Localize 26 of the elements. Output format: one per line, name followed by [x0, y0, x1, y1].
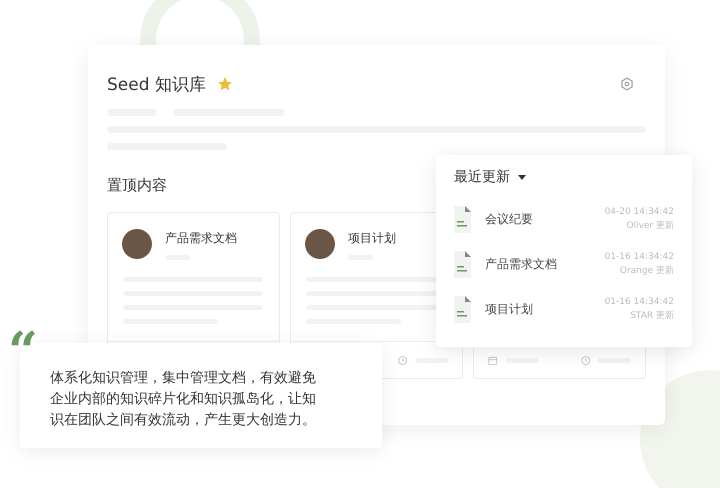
- page-title: Seed 知识库: [107, 74, 206, 96]
- update-time: 01-16 14:34:42: [604, 297, 674, 307]
- settings-icon[interactable]: [620, 77, 634, 91]
- dropdown-label[interactable]: 最近更新: [454, 168, 510, 186]
- card-title: 产品需求文档: [165, 230, 237, 247]
- document-icon: [454, 251, 471, 278]
- section-heading: 置顶内容: [107, 176, 167, 195]
- calendar-icon: [488, 354, 498, 366]
- quote-mark: “: [8, 326, 38, 378]
- updater-name: Orange 更新: [620, 264, 674, 277]
- document-name[interactable]: 项目计划: [485, 301, 533, 318]
- avatar-placeholder: [305, 229, 335, 259]
- update-time: 04-20 14:34:42: [604, 207, 674, 217]
- document-name[interactable]: 会议纪要: [485, 211, 533, 228]
- update-time: 01-16 14:34:42: [604, 252, 674, 262]
- document-icon: [454, 296, 471, 323]
- document-icon: [454, 206, 471, 233]
- clock-icon: [398, 354, 408, 366]
- caret-icon[interactable]: [518, 174, 526, 180]
- clock-icon: [580, 354, 590, 366]
- card-title: 项目计划: [348, 230, 396, 247]
- updater-name: Oliver 更新: [626, 220, 674, 232]
- avatar-placeholder: [122, 229, 152, 259]
- document-name[interactable]: 产品需求文档: [485, 256, 557, 273]
- updater-name: STAR 更新: [630, 310, 674, 322]
- star-icon[interactable]: [218, 77, 232, 91]
